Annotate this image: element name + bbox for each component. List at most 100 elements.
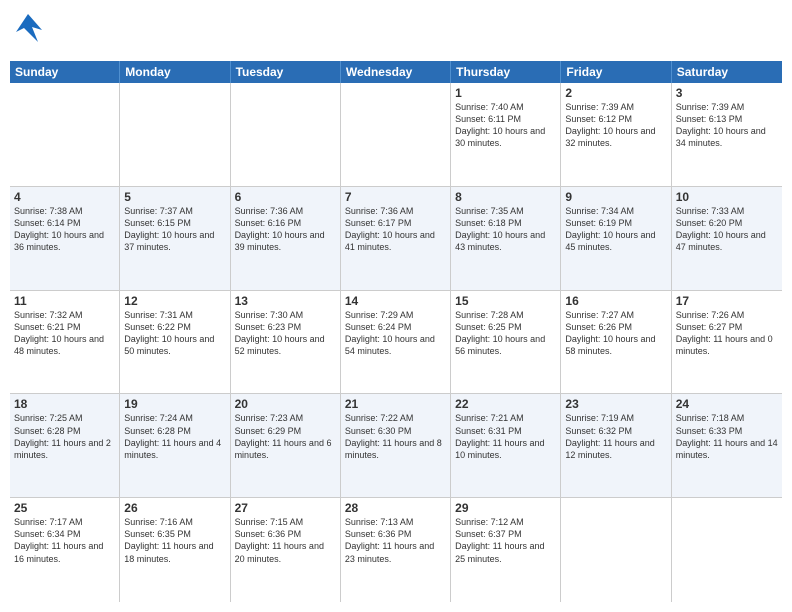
day-info: Sunrise: 7:32 AM Sunset: 6:21 PM Dayligh… — [14, 310, 104, 356]
calendar-cell: 18 Sunrise: 7:25 AM Sunset: 6:28 PM Dayli… — [10, 394, 120, 497]
calendar-cell: 1Sunrise: 7:40 AM Sunset: 6:11 PM Daylig… — [451, 83, 561, 186]
header-day-sunday: Sunday — [10, 61, 120, 83]
day-info: Sunrise: 7:19 AM Sunset: 6:32 PM Dayligh… — [565, 413, 654, 459]
calendar-cell: 25 Sunrise: 7:17 AM Sunset: 6:34 PM Dayli… — [10, 498, 120, 602]
day-info: Sunrise: 7:38 AM Sunset: 6:14 PM Dayligh… — [14, 206, 104, 252]
day-number: 7 — [345, 190, 446, 204]
calendar-row-3: 18 Sunrise: 7:25 AM Sunset: 6:28 PM Dayli… — [10, 394, 782, 498]
calendar-cell: 24 Sunrise: 7:18 AM Sunset: 6:33 PM Dayli… — [672, 394, 782, 497]
calendar-cell: 16 Sunrise: 7:27 AM Sunset: 6:26 PM Dayli… — [561, 291, 671, 394]
day-info: Sunrise: 7:26 AM Sunset: 6:27 PM Dayligh… — [676, 310, 773, 356]
day-number: 25 — [14, 501, 115, 515]
day-info: Sunrise: 7:30 AM Sunset: 6:23 PM Dayligh… — [235, 310, 325, 356]
day-info: Sunrise: 7:35 AM Sunset: 6:18 PM Dayligh… — [455, 206, 545, 252]
calendar-cell: 9Sunrise: 7:34 AM Sunset: 6:19 PM Daylig… — [561, 187, 671, 290]
calendar-cell — [561, 498, 671, 602]
day-info: Sunrise: 7:17 AM Sunset: 6:34 PM Dayligh… — [14, 517, 103, 563]
day-number: 28 — [345, 501, 446, 515]
day-number: 16 — [565, 294, 666, 308]
calendar-cell: 10 Sunrise: 7:33 AM Sunset: 6:20 PM Dayli… — [672, 187, 782, 290]
day-number: 6 — [235, 190, 336, 204]
day-info: Sunrise: 7:34 AM Sunset: 6:19 PM Dayligh… — [565, 206, 655, 252]
page: SundayMondayTuesdayWednesdayThursdayFrid… — [0, 0, 792, 612]
calendar-cell — [120, 83, 230, 186]
calendar-cell: 7 Sunrise: 7:36 AM Sunset: 6:17 PM Daylig… — [341, 187, 451, 290]
day-number: 4 — [14, 190, 115, 204]
day-number: 27 — [235, 501, 336, 515]
day-info: Sunrise: 7:31 AM Sunset: 6:22 PM Dayligh… — [124, 310, 214, 356]
day-info: Sunrise: 7:13 AM Sunset: 6:36 PM Dayligh… — [345, 517, 434, 563]
calendar-cell — [672, 498, 782, 602]
calendar-cell: 6 Sunrise: 7:36 AM Sunset: 6:16 PM Daylig… — [231, 187, 341, 290]
calendar-cell: 2Sunrise: 7:39 AM Sunset: 6:12 PM Daylig… — [561, 83, 671, 186]
day-number: 24 — [676, 397, 778, 411]
day-info: Sunrise: 7:27 AM Sunset: 6:26 PM Dayligh… — [565, 310, 655, 356]
calendar-cell: 20 Sunrise: 7:23 AM Sunset: 6:29 PM Dayli… — [231, 394, 341, 497]
day-info: Sunrise: 7:33 AM Sunset: 6:20 PM Dayligh… — [676, 206, 766, 252]
calendar-cell: 14 Sunrise: 7:29 AM Sunset: 6:24 PM Dayli… — [341, 291, 451, 394]
calendar-body: 1Sunrise: 7:40 AM Sunset: 6:11 PM Daylig… — [10, 83, 782, 602]
day-info: Sunrise: 7:24 AM Sunset: 6:28 PM Dayligh… — [124, 413, 221, 459]
calendar-cell: 22 Sunrise: 7:21 AM Sunset: 6:31 PM Dayli… — [451, 394, 561, 497]
day-number: 13 — [235, 294, 336, 308]
day-number: 12 — [124, 294, 225, 308]
calendar-cell: 15 Sunrise: 7:28 AM Sunset: 6:25 PM Dayli… — [451, 291, 561, 394]
day-number: 5 — [124, 190, 225, 204]
day-info: Sunrise: 7:39 AM Sunset: 6:13 PM Dayligh… — [676, 102, 766, 148]
calendar-cell — [231, 83, 341, 186]
day-info: Sunrise: 7:16 AM Sunset: 6:35 PM Dayligh… — [124, 517, 213, 563]
calendar-cell: 21Sunrise: 7:22 AM Sunset: 6:30 PM Dayli… — [341, 394, 451, 497]
calendar-cell: 17 Sunrise: 7:26 AM Sunset: 6:27 PM Dayli… — [672, 291, 782, 394]
day-info: Sunrise: 7:18 AM Sunset: 6:33 PM Dayligh… — [676, 413, 778, 459]
day-number: 10 — [676, 190, 778, 204]
day-info: Sunrise: 7:23 AM Sunset: 6:29 PM Dayligh… — [235, 413, 332, 459]
calendar-cell: 29 Sunrise: 7:12 AM Sunset: 6:37 PM Dayli… — [451, 498, 561, 602]
calendar-cell — [10, 83, 120, 186]
calendar: SundayMondayTuesdayWednesdayThursdayFrid… — [10, 61, 782, 602]
header-day-saturday: Saturday — [672, 61, 782, 83]
calendar-cell: 19 Sunrise: 7:24 AM Sunset: 6:28 PM Dayli… — [120, 394, 230, 497]
day-number: 2 — [565, 86, 666, 100]
header-day-thursday: Thursday — [451, 61, 561, 83]
day-number: 14 — [345, 294, 446, 308]
calendar-cell: 28 Sunrise: 7:13 AM Sunset: 6:36 PM Dayli… — [341, 498, 451, 602]
day-number: 20 — [235, 397, 336, 411]
day-number: 15 — [455, 294, 556, 308]
calendar-row-0: 1Sunrise: 7:40 AM Sunset: 6:11 PM Daylig… — [10, 83, 782, 187]
day-number: 29 — [455, 501, 556, 515]
day-info: Sunrise: 7:22 AM Sunset: 6:30 PM Dayligh… — [345, 413, 442, 459]
day-info: Sunrise: 7:12 AM Sunset: 6:37 PM Dayligh… — [455, 517, 544, 563]
day-number: 17 — [676, 294, 778, 308]
header — [10, 10, 782, 53]
calendar-cell: 23Sunrise: 7:19 AM Sunset: 6:32 PM Dayli… — [561, 394, 671, 497]
calendar-row-1: 4 Sunrise: 7:38 AM Sunset: 6:14 PM Daylig… — [10, 187, 782, 291]
calendar-cell: 8 Sunrise: 7:35 AM Sunset: 6:18 PM Daylig… — [451, 187, 561, 290]
day-number: 22 — [455, 397, 556, 411]
day-info: Sunrise: 7:28 AM Sunset: 6:25 PM Dayligh… — [455, 310, 545, 356]
day-info: Sunrise: 7:15 AM Sunset: 6:36 PM Dayligh… — [235, 517, 324, 563]
day-info: Sunrise: 7:25 AM Sunset: 6:28 PM Dayligh… — [14, 413, 111, 459]
day-info: Sunrise: 7:36 AM Sunset: 6:17 PM Dayligh… — [345, 206, 435, 252]
day-info: Sunrise: 7:36 AM Sunset: 6:16 PM Dayligh… — [235, 206, 325, 252]
calendar-row-2: 11 Sunrise: 7:32 AM Sunset: 6:21 PM Dayli… — [10, 291, 782, 395]
calendar-cell: 11 Sunrise: 7:32 AM Sunset: 6:21 PM Dayli… — [10, 291, 120, 394]
day-number: 26 — [124, 501, 225, 515]
calendar-cell: 3 Sunrise: 7:39 AM Sunset: 6:13 PM Daylig… — [672, 83, 782, 186]
calendar-cell: 12 Sunrise: 7:31 AM Sunset: 6:22 PM Dayli… — [120, 291, 230, 394]
header-day-tuesday: Tuesday — [231, 61, 341, 83]
day-number: 11 — [14, 294, 115, 308]
day-number: 3 — [676, 86, 778, 100]
day-number: 18 — [14, 397, 115, 411]
calendar-cell: 5Sunrise: 7:37 AM Sunset: 6:15 PM Daylig… — [120, 187, 230, 290]
day-number: 19 — [124, 397, 225, 411]
logo — [10, 10, 50, 53]
day-info: Sunrise: 7:21 AM Sunset: 6:31 PM Dayligh… — [455, 413, 544, 459]
calendar-cell: 26 Sunrise: 7:16 AM Sunset: 6:35 PM Dayli… — [120, 498, 230, 602]
day-number: 8 — [455, 190, 556, 204]
bird-icon — [10, 10, 46, 53]
day-info: Sunrise: 7:29 AM Sunset: 6:24 PM Dayligh… — [345, 310, 435, 356]
calendar-row-4: 25 Sunrise: 7:17 AM Sunset: 6:34 PM Dayli… — [10, 498, 782, 602]
calendar-cell: 27 Sunrise: 7:15 AM Sunset: 6:36 PM Dayli… — [231, 498, 341, 602]
day-info: Sunrise: 7:40 AM Sunset: 6:11 PM Dayligh… — [455, 102, 545, 148]
calendar-cell — [341, 83, 451, 186]
